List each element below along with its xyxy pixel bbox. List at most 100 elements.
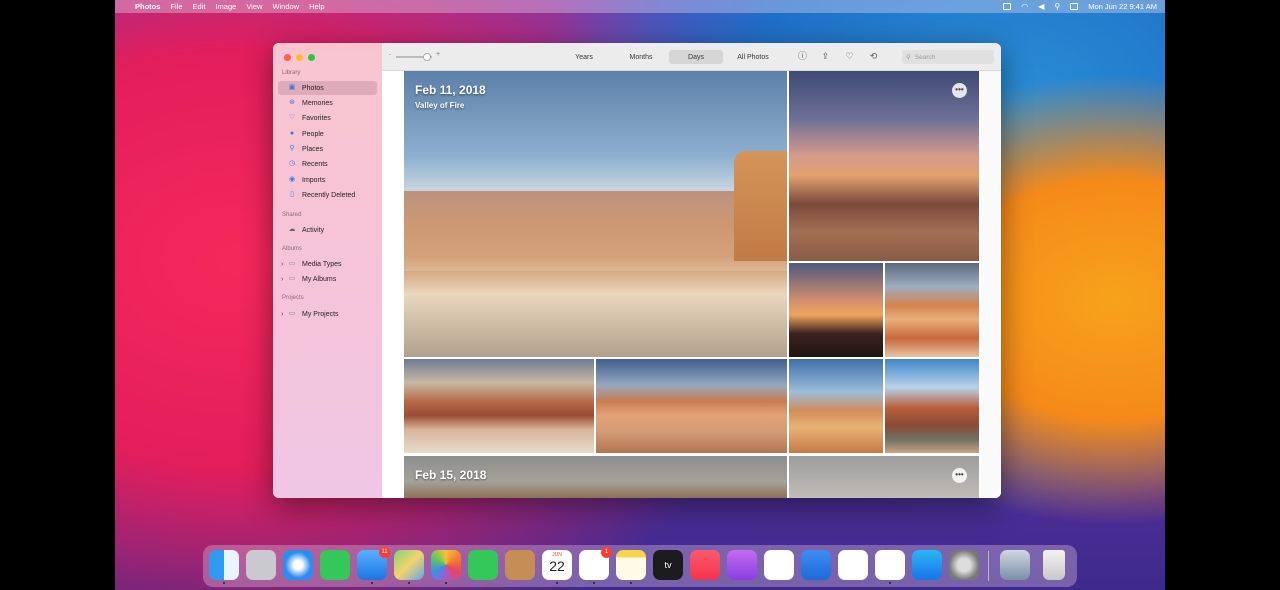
wifi-icon[interactable]: ◠ [1021,2,1028,11]
tab-all-photos[interactable]: All Photos [725,50,781,64]
mail-icon[interactable]: 11 [357,547,390,584]
control-center-icon[interactable] [1070,3,1079,10]
heart-icon[interactable]: ♡ [844,51,855,62]
search-placeholder: Search [914,53,936,61]
sidebar-item-photos[interactable]: ▣ Photos [278,81,377,95]
cloud-icon: ☁ [288,226,296,233]
minimize-window-button[interactable] [296,54,303,61]
spotlight-search-icon[interactable]: ⚲ [1054,2,1060,11]
volume-icon[interactable]: ◀ [1038,2,1044,11]
sidebar-item-favorites[interactable]: ♡ Favorites [278,111,377,125]
music-icon[interactable] [690,550,720,580]
section-label-projects: Projects [282,295,304,301]
share-icon[interactable]: ⇪ [820,51,831,62]
photo-swirl-rock[interactable] [789,359,883,453]
toolbar: - + Years Months Days All Photos ⓘ ⇪ ♡ ⟲… [382,43,1001,71]
messages-icon[interactable] [320,550,350,580]
news-icon[interactable] [764,550,794,580]
grid-scrollbar-track[interactable] [981,71,1001,498]
close-window-button[interactable] [284,54,291,61]
facetime-icon[interactable] [468,550,498,580]
finder-icon[interactable] [209,550,239,584]
dock: 11 JUN 22 1 tv [203,545,1077,587]
rotate-icon[interactable]: ⟲ [868,51,879,62]
menu-image[interactable]: Image [215,2,236,11]
sidebar-item-recents[interactable]: ◷ Recents [278,157,377,171]
tab-months[interactable]: Months [612,50,670,64]
photos-app-icon[interactable] [431,550,461,584]
sidebar-item-label: People [302,130,324,138]
running-indicator [445,582,447,584]
photos-window: Library ▣ Photos ⊛ Memories ♡ Favorites … [273,43,1001,498]
maps-icon[interactable] [394,550,424,584]
menu-file[interactable]: File [170,2,182,11]
sidebar-item-media-types[interactable]: › ▭ Media Types [278,257,377,271]
photo-striped-rocks[interactable] [404,359,594,453]
podcasts-icon[interactable] [727,550,757,580]
reminders-icon[interactable]: 1 [579,547,612,584]
mail-unread-badge: 11 [379,547,390,558]
zoom-in-icon[interactable]: + [436,51,440,58]
photo-silhouettes-sunset[interactable] [789,263,883,357]
menu-help[interactable]: Help [309,2,324,11]
chevron-right-icon[interactable]: › [281,311,283,318]
reminders-badge: 1 [601,547,612,558]
date-heading: Feb 11, 2018 [415,83,486,97]
section-label-library: Library [282,70,301,76]
sidebar-item-recently-deleted[interactable]: ▯ Recently Deleted [278,188,377,202]
section-label-albums: Albums [282,246,303,252]
display-icon[interactable] [1003,3,1012,10]
more-options-button[interactable]: ••• [952,468,967,483]
sidebar: Library ▣ Photos ⊛ Memories ♡ Favorites … [273,43,382,498]
contacts-icon[interactable] [505,550,535,580]
photo-valley-of-fire-hero[interactable] [404,71,787,357]
sidebar-item-label: Imports [302,176,326,184]
zoom-window-button[interactable] [308,54,315,61]
photo-desert-road[interactable] [885,359,979,453]
menu-view[interactable]: View [246,2,262,11]
search-input[interactable]: ⚲ Search [902,50,994,64]
photo-sunset-desert[interactable] [789,71,979,261]
zoom-slider-knob[interactable] [423,53,431,61]
sidebar-item-my-projects[interactable]: › ▭ My Projects [278,307,377,321]
photo-wave-rock[interactable] [885,263,979,357]
location-subheading: Valley of Fire [415,101,465,110]
photo-grid: Feb 11, 2018 Valley of Fire ••• Feb 15, … [382,71,1001,498]
numbers-icon[interactable] [838,550,868,580]
launchpad-icon[interactable] [246,550,276,580]
keynote-icon[interactable] [801,550,831,580]
menubar-clock[interactable]: Mon Jun 22 9:41 AM [1088,2,1157,11]
safari-icon[interactable] [283,550,313,580]
sidebar-item-my-albums[interactable]: › ▭ My Albums [278,272,377,286]
pages-icon[interactable] [875,550,905,584]
notes-icon[interactable] [616,550,646,584]
photo-hiker-ridge[interactable] [596,359,787,453]
downloads-stack-icon[interactable] [1000,550,1030,580]
apple-tv-icon[interactable]: tv [653,550,683,580]
more-options-button[interactable]: ••• [952,83,967,98]
info-icon[interactable]: ⓘ [797,51,808,62]
sidebar-item-label: Memories [302,99,333,107]
chevron-right-icon[interactable]: › [281,261,283,268]
tab-years[interactable]: Years [559,50,609,64]
calendar-icon[interactable]: JUN 22 [542,550,572,584]
menu-edit[interactable]: Edit [193,2,206,11]
sidebar-item-label: Recents [302,160,328,168]
folder-icon: ▭ [288,275,296,282]
chevron-right-icon[interactable]: › [281,276,283,283]
photo-next-group-small[interactable] [789,456,979,498]
sidebar-item-people[interactable]: ● People [278,127,377,141]
folder-icon: ▭ [288,260,296,267]
zoom-out-icon[interactable]: - [389,52,391,58]
sidebar-item-activity[interactable]: ☁ Activity [278,223,377,237]
menu-window[interactable]: Window [272,2,299,11]
sidebar-item-memories[interactable]: ⊛ Memories [278,96,377,110]
trash-icon[interactable] [1043,550,1065,580]
app-store-icon[interactable] [912,550,942,580]
system-preferences-icon[interactable] [949,550,979,580]
sidebar-item-imports[interactable]: ◉ Imports [278,173,377,187]
sidebar-item-places[interactable]: ⚲ Places [278,142,377,156]
sidebar-item-label: My Projects [302,310,339,318]
menu-app-photos[interactable]: Photos [135,2,160,11]
tab-days[interactable]: Days [669,50,723,64]
